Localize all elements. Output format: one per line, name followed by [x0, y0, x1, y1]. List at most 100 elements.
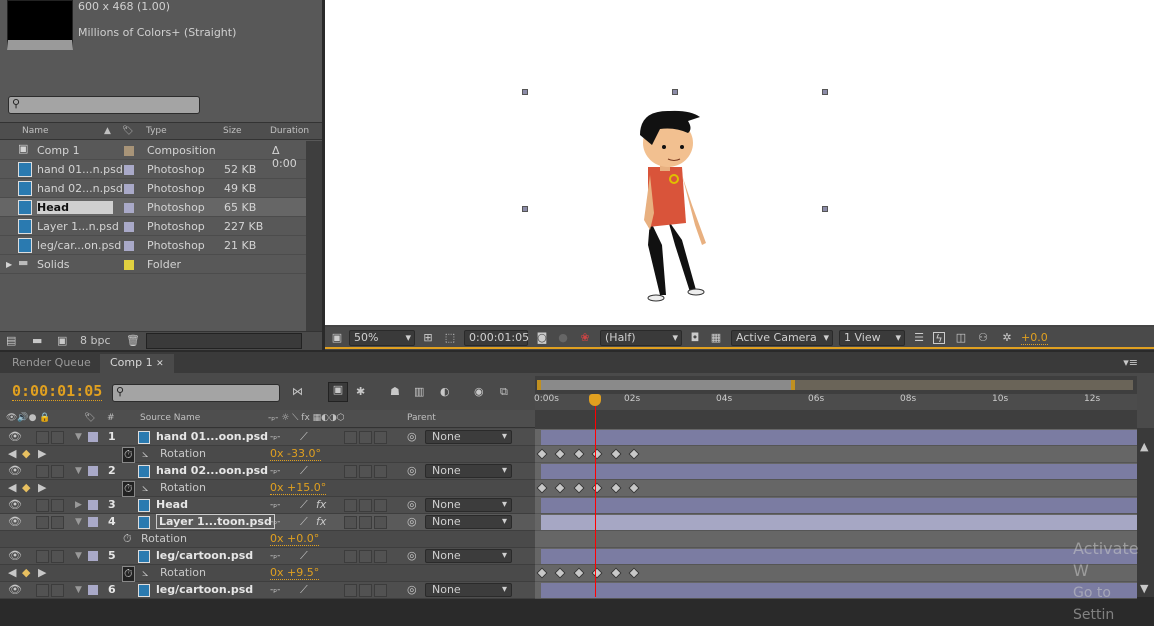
- shy-switch-icon[interactable]: -ₚ-: [270, 517, 280, 527]
- twirl-down-icon[interactable]: ▼: [75, 517, 82, 527]
- keyframe[interactable]: [554, 448, 567, 460]
- project-item[interactable]: hand 01...n.psd Photoshop 52 KB: [0, 160, 306, 179]
- project-h-scrollbar[interactable]: [146, 333, 302, 349]
- cartoon-character[interactable]: [630, 105, 720, 305]
- label-color-swatch[interactable]: [124, 203, 134, 213]
- keyframe[interactable]: [628, 567, 640, 579]
- eye-icon[interactable]: 👁: [8, 549, 22, 562]
- label-color-swatch[interactable]: [88, 466, 98, 476]
- keyframe[interactable]: [536, 482, 548, 494]
- draft-3d-icon[interactable]: ✱: [356, 385, 365, 398]
- twirl-down-icon[interactable]: ▼: [75, 585, 82, 595]
- graph-icon[interactable]: ⦣: [142, 566, 148, 580]
- layer-row[interactable]: 👁 ▼ 6 leg/cartoon.psd -ₚ- ⟋ ◎ None: [0, 582, 535, 599]
- current-time-indicator[interactable]: [595, 403, 597, 597]
- close-icon[interactable]: ✕: [156, 359, 164, 369]
- project-item[interactable]: ▶ ▬ Solids Folder: [0, 255, 306, 274]
- brainstorm-icon[interactable]: ◉: [474, 385, 484, 398]
- eye-icon[interactable]: 👁: [8, 515, 22, 528]
- next-keyframe-icon[interactable]: ▶: [38, 566, 46, 579]
- parent-dropdown[interactable]: None: [425, 515, 512, 529]
- switch-box[interactable]: [359, 499, 372, 512]
- frame-blending-icon[interactable]: ▥: [414, 385, 424, 398]
- quality-switch-icon[interactable]: ⟋: [300, 430, 308, 444]
- layer-name[interactable]: leg/cartoon.psd: [156, 549, 253, 562]
- switch-box[interactable]: [344, 584, 357, 597]
- layer-duration-bar[interactable]: [541, 583, 1137, 598]
- solo-toggle[interactable]: [36, 499, 49, 512]
- layer-duration-bar[interactable]: [541, 430, 1137, 445]
- keyframe[interactable]: [573, 448, 585, 460]
- quality-switch-icon[interactable]: ⟋: [300, 549, 308, 563]
- solo-toggle[interactable]: [36, 465, 49, 478]
- col-size[interactable]: Size: [223, 126, 241, 136]
- resolution-dropdown[interactable]: (Half) ▾: [600, 330, 682, 346]
- layer-duration-bar[interactable]: [541, 498, 1137, 513]
- layer-row[interactable]: 👁 ▼ 5 leg/cartoon.psd -ₚ- ⟋ ◎ None: [0, 548, 535, 565]
- project-item[interactable]: Head Photoshop 65 KB: [0, 198, 306, 217]
- label-color-swatch[interactable]: [124, 184, 134, 194]
- magnification-dropdown[interactable]: 50% ▾: [349, 330, 415, 346]
- layer-duration-bar[interactable]: [541, 464, 1137, 479]
- channel-rgb-icon[interactable]: ❀: [579, 332, 591, 344]
- safe-zones-icon[interactable]: ⊞: [422, 332, 434, 344]
- keyframe[interactable]: [591, 448, 603, 460]
- quality-switch-icon[interactable]: ⟋: [300, 583, 308, 597]
- timeline-icon[interactable]: ◫: [955, 332, 967, 344]
- transform-handle[interactable]: [672, 89, 678, 95]
- add-keyframe-icon[interactable]: ◆: [22, 447, 30, 460]
- col-source-name[interactable]: Source Name: [140, 413, 200, 423]
- graph-icon[interactable]: ⦣: [142, 481, 148, 495]
- switch-box[interactable]: [359, 431, 372, 444]
- pick-whip-icon[interactable]: ◎: [407, 583, 417, 596]
- property-value[interactable]: 0x +15.0°: [270, 481, 327, 495]
- keyframe[interactable]: [554, 567, 567, 579]
- parent-dropdown[interactable]: None: [425, 498, 512, 512]
- transform-handle[interactable]: [522, 89, 528, 95]
- tab-comp-1[interactable]: Comp 1 ✕: [100, 354, 174, 373]
- new-folder-icon[interactable]: ▬: [32, 334, 42, 347]
- layer-name[interactable]: hand 02...oon.psd: [156, 464, 268, 477]
- pixel-aspect-icon[interactable]: ☰: [913, 332, 925, 344]
- twirl-down-icon[interactable]: ▼: [75, 432, 82, 442]
- stopwatch-icon[interactable]: ⏱: [122, 566, 135, 582]
- next-keyframe-icon[interactable]: ▶: [38, 447, 46, 460]
- add-keyframe-icon[interactable]: ◆: [22, 566, 30, 579]
- col-type[interactable]: Type: [146, 126, 167, 136]
- project-scrollbar[interactable]: [306, 141, 322, 331]
- transparency-grid-icon[interactable]: ▦: [710, 332, 722, 344]
- keyframe[interactable]: [536, 567, 548, 579]
- parent-dropdown[interactable]: None: [425, 430, 512, 444]
- pick-whip-icon[interactable]: ◎: [407, 549, 417, 562]
- twirl-down-icon[interactable]: ▼: [75, 466, 82, 476]
- pick-whip-icon[interactable]: ◎: [407, 498, 417, 511]
- col-name[interactable]: Name: [22, 126, 49, 136]
- pick-whip-icon[interactable]: ◎: [407, 430, 417, 443]
- label-color-swatch[interactable]: [88, 585, 98, 595]
- layer-name[interactable]: leg/cartoon.psd: [156, 583, 253, 596]
- layer-duration-bar[interactable]: [541, 549, 1137, 564]
- parent-dropdown[interactable]: None: [425, 464, 512, 478]
- shy-switch-icon[interactable]: -ₚ-: [270, 466, 280, 476]
- switch-box[interactable]: [374, 516, 387, 529]
- graph-editor-icon[interactable]: ⧉: [500, 385, 508, 399]
- layer-duration-track[interactable]: [535, 463, 1137, 480]
- switch-box[interactable]: [374, 550, 387, 563]
- solo-toggle[interactable]: [36, 431, 49, 444]
- label-color-swatch[interactable]: [124, 241, 134, 251]
- live-update-icon[interactable]: ▣: [328, 382, 348, 402]
- layer-duration-track[interactable]: [535, 548, 1137, 565]
- solo-toggle[interactable]: [36, 516, 49, 529]
- layer-duration-track[interactable]: [535, 582, 1137, 599]
- keyframe-track[interactable]: [535, 565, 1137, 582]
- keyframe-track[interactable]: [535, 446, 1137, 463]
- lock-toggle[interactable]: [51, 584, 64, 597]
- snapshot-camera-icon[interactable]: ◙: [536, 332, 548, 344]
- work-area-bar[interactable]: [537, 380, 795, 390]
- project-item[interactable]: leg/car...on.psd Photoshop 21 KB: [0, 236, 306, 255]
- switch-box[interactable]: [374, 499, 387, 512]
- keyframe[interactable]: [628, 482, 640, 494]
- current-time-display[interactable]: 0:00:01:05: [12, 382, 103, 401]
- keyframe[interactable]: [591, 567, 603, 579]
- show-snapshot-icon[interactable]: ●: [557, 332, 569, 344]
